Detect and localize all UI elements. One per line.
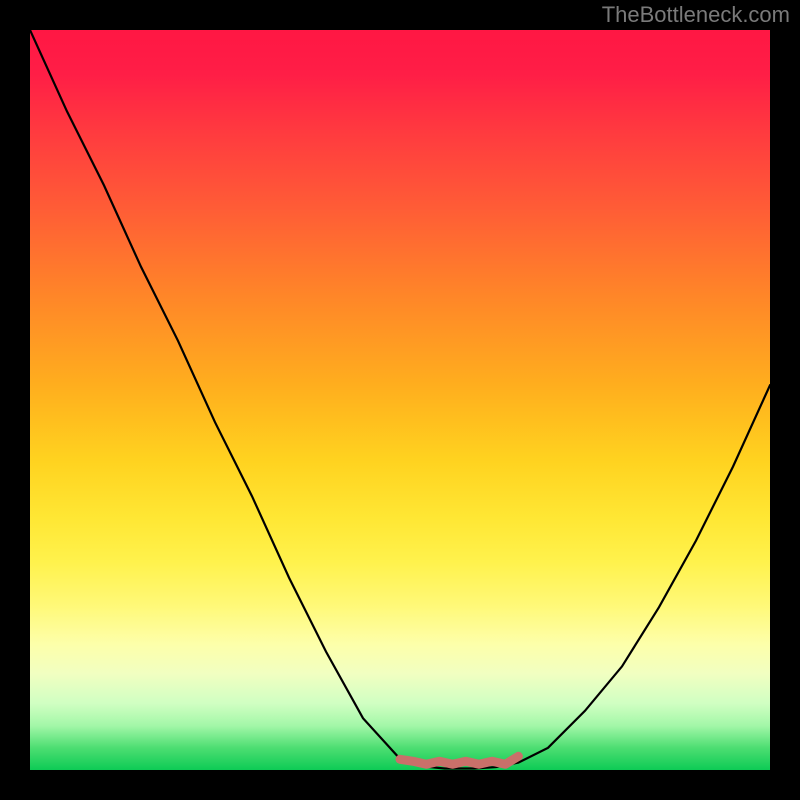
plot-area bbox=[30, 30, 770, 770]
chart-frame: TheBottleneck.com bbox=[0, 0, 800, 800]
trough-marker bbox=[400, 756, 518, 764]
plot-svg bbox=[30, 30, 770, 770]
bottleneck-curve bbox=[30, 30, 770, 769]
watermark-text: TheBottleneck.com bbox=[602, 2, 790, 28]
